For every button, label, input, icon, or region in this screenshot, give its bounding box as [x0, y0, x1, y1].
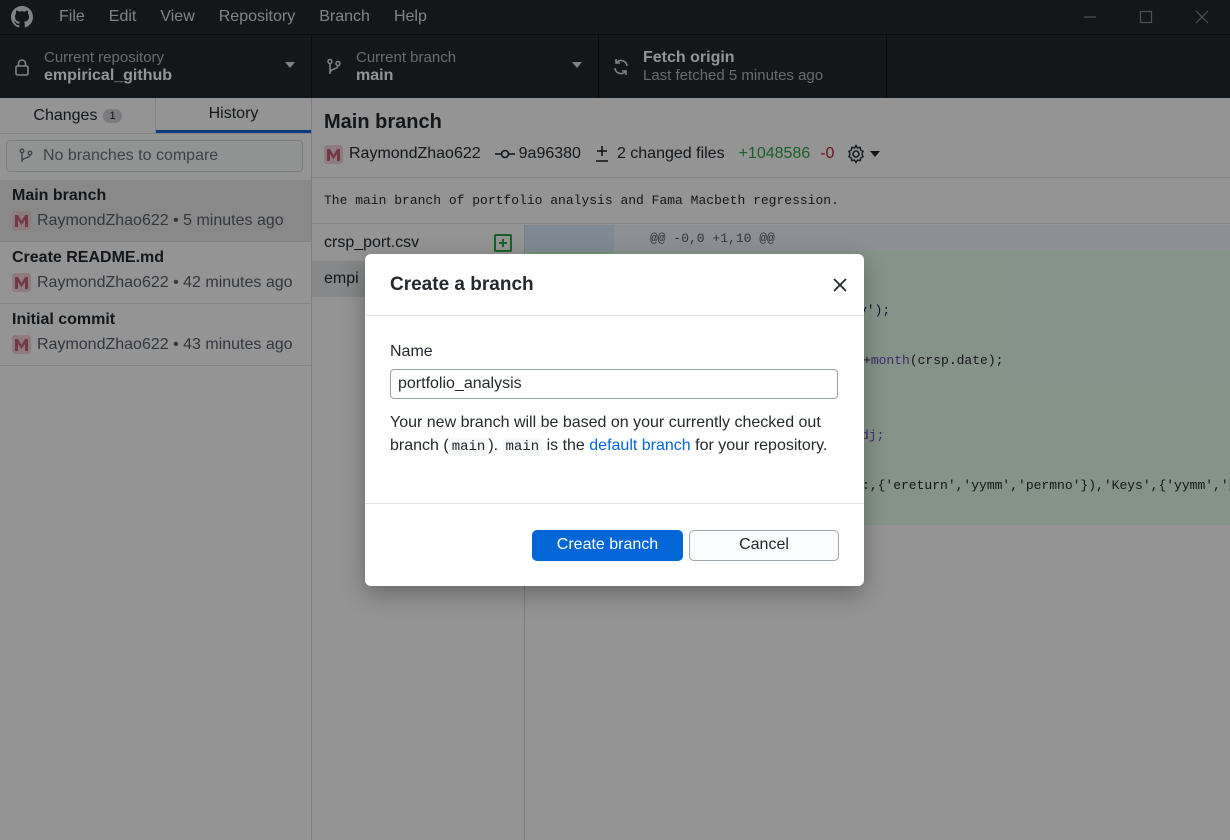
- dialog-title: Create a branch: [390, 273, 534, 295]
- branch-code-chip: main: [502, 437, 543, 456]
- help-text: for your repository.: [690, 436, 828, 454]
- create-branch-button[interactable]: Create branch: [532, 529, 683, 561]
- help-text: is the: [542, 436, 590, 454]
- help-text: ).: [488, 436, 503, 454]
- branch-code-chip: main: [448, 437, 489, 456]
- branch-help-text: Your new branch will be based on your cu…: [390, 412, 839, 458]
- app-window: File Edit View Repository Branch Help Cu…: [0, 0, 1230, 840]
- branch-name-input[interactable]: [390, 369, 838, 399]
- default-branch-link[interactable]: default branch: [589, 437, 690, 454]
- close-icon[interactable]: [830, 275, 850, 295]
- name-label: Name: [390, 343, 433, 360]
- cancel-button[interactable]: Cancel: [689, 529, 839, 561]
- create-branch-dialog: Create a branch Name Your new branch wil…: [365, 254, 864, 586]
